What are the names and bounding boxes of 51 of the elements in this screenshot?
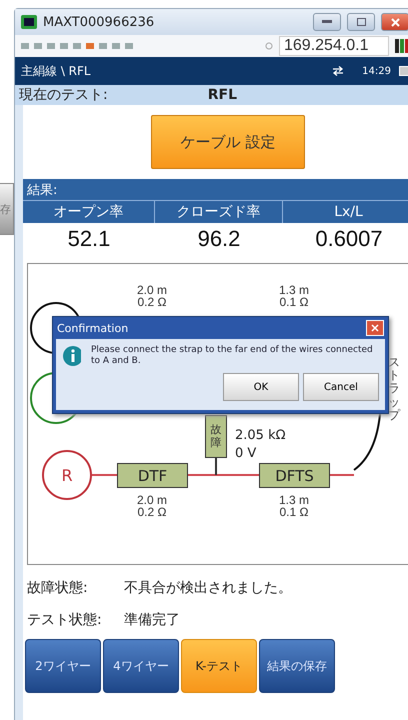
breadcrumb: 主絹線 \ RFL [21, 62, 91, 80]
dialog-message: Please connect the strap to the far end of the wires connected to A and B. [90, 345, 374, 367]
segment-measurement: 1.3 m 0.1 Ω [279, 284, 309, 308]
column-header: オープン率 [23, 201, 155, 223]
mode-tab[interactable]: 2ワイヤー [25, 639, 101, 693]
app-icon [21, 15, 37, 29]
battery-icon [399, 66, 408, 76]
status-value: 準備完了 [124, 611, 181, 629]
mode-tab[interactable]: 4ワイヤー [103, 639, 179, 693]
mode-tab[interactable]: 結果の保存 [259, 639, 335, 693]
close-icon [390, 18, 400, 26]
close-icon [371, 324, 379, 332]
dialog-title: Confirmation [57, 322, 128, 334]
segment-block: DFTS [259, 463, 330, 488]
start-node: R [42, 450, 92, 500]
status-value: 不具合が検出されました。 [124, 579, 293, 597]
segment-measurement: 2.0 m 0.2 Ω [137, 284, 167, 308]
info-icon [62, 345, 81, 367]
cable-settings-button[interactable]: ケーブル 設定 [151, 115, 305, 169]
strap-label: ストラップ [388, 356, 400, 422]
minimize-icon [322, 20, 332, 24]
connection-icon [265, 42, 273, 50]
result-value: 96.2 [196, 225, 242, 253]
dialog-button[interactable]: Cancel [303, 373, 379, 401]
segment-measurement: 2.0 m 0.2 Ω [137, 494, 167, 518]
swap-icon [332, 66, 344, 76]
result-value: 52.1 [66, 225, 112, 253]
mode-tab[interactable]: K-テスト [181, 639, 257, 693]
clock: 14:29 [362, 66, 391, 76]
segment-measurement: 1.3 m 0.1 Ω [279, 494, 309, 518]
column-header: Lx/L [283, 201, 408, 223]
window-title: MAXT000966236 [43, 14, 156, 30]
signal-icon [395, 39, 408, 53]
segment-block: DTF [117, 463, 188, 488]
dialog-button[interactable]: OK [223, 373, 299, 401]
strap-line [353, 414, 381, 471]
column-header: クローズド率 [155, 201, 283, 223]
current-test-value: RFL [208, 87, 237, 103]
result-value: 0.6007 [314, 225, 384, 253]
address-field[interactable]: 169.254.0.1 [279, 36, 389, 56]
status-label: 故障状態: [27, 579, 89, 597]
minimize-button[interactable] [313, 13, 341, 31]
close-button[interactable] [381, 13, 408, 31]
status-label: テスト状態: [27, 611, 103, 629]
maximize-button[interactable] [347, 13, 375, 31]
fault-resistance: 2.05 kΩ [235, 428, 286, 443]
current-test-label: 現在のテスト: [19, 86, 108, 104]
fault-voltage: 0 V [235, 446, 256, 461]
maximize-icon [356, 18, 366, 26]
fault-block: 故障 [205, 415, 227, 458]
results-header: 結果: [23, 179, 408, 200]
